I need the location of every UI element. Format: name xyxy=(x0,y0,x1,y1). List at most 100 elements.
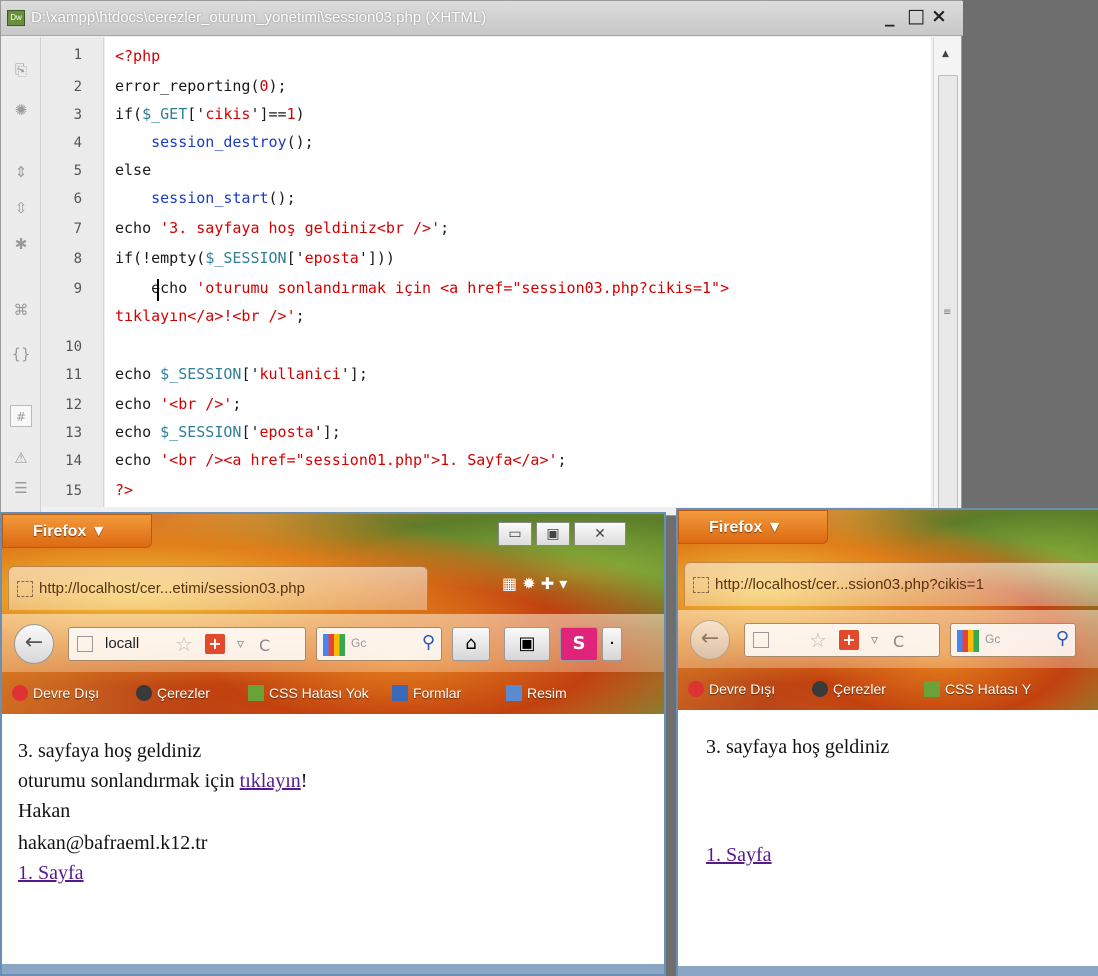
tab-session03-cikis[interactable]: http://localhost/cer...ssion03.php?cikis… xyxy=(684,562,1098,606)
firefox-window-left: Firefox ▼ ▭ ▣ ✕ http://localhost/cer...e… xyxy=(0,512,666,976)
cookies-user-icon xyxy=(136,685,152,701)
tab-title: http://localhost/cer...ssion03.php?cikis… xyxy=(715,576,984,593)
page1-link[interactable]: 1. Sayfa xyxy=(706,844,772,866)
web-developer-forms-menu[interactable]: Formlar xyxy=(392,685,461,701)
editor-vertical-scrollbar[interactable]: ▲ ≡ xyxy=(933,37,961,535)
web-developer-css-menu[interactable]: CSS Hatası Y xyxy=(924,681,1031,697)
line-number: 10 xyxy=(65,339,82,355)
images-icon xyxy=(506,685,522,701)
close-button[interactable]: ✕ xyxy=(574,522,626,546)
line-number: 12 xyxy=(65,397,82,413)
open-documents-icon[interactable]: ⎘ xyxy=(10,59,32,81)
firefox-menu-button[interactable]: Firefox ▼ xyxy=(678,510,828,544)
disable-icon xyxy=(688,681,704,697)
select-parent-tag-icon[interactable]: ⌘ xyxy=(10,299,32,321)
bookmark-star-icon[interactable]: ☆ xyxy=(809,628,827,652)
line-number: 2 xyxy=(73,79,82,95)
url-bar[interactable]: locall ☆ + ▿ C xyxy=(68,627,306,661)
minimize-button[interactable]: _ xyxy=(885,5,895,27)
code-line: session_start(); xyxy=(151,189,296,207)
css-wand-icon xyxy=(924,681,940,697)
highlight-invalid-code-icon[interactable]: ⚠ xyxy=(10,447,32,469)
addon-plus-icon[interactable]: + xyxy=(839,630,859,650)
search-icon[interactable]: ⚲ xyxy=(422,632,435,653)
reload-icon[interactable]: C xyxy=(893,632,904,651)
logout-link[interactable]: tıklayın xyxy=(240,770,301,792)
coding-toolbar: ⎘ ✺ ⇕ ⇳ ✱ ⌘ {} # ⚠ ☰ xyxy=(1,37,41,517)
bookmarks-button[interactable]: ▣ xyxy=(504,627,550,661)
web-developer-disable-menu[interactable]: Devre Dışı xyxy=(688,681,775,697)
line-number: 1 xyxy=(73,47,82,63)
dropdown-arrow-icon[interactable]: ▿ xyxy=(237,636,244,652)
editor-title-bar: Dw D:\xampp\htdocs\cerezler_oturum_yonet… xyxy=(1,1,963,36)
disable-icon xyxy=(12,685,28,701)
show-code-navigator-icon[interactable]: ✺ xyxy=(10,99,32,121)
search-icon[interactable]: ⚲ xyxy=(1056,628,1069,649)
line-number: 9 xyxy=(73,281,82,297)
close-button[interactable]: × xyxy=(931,5,947,27)
page-content: 3. sayfaya hoş geldiniz oturumu sonlandı… xyxy=(2,714,664,974)
logout-line: oturumu sonlandırmak için tıklayın! xyxy=(18,770,308,792)
firefox-window-right: Firefox ▼ http://localhost/cer...ssion03… xyxy=(676,508,1098,976)
addon-s-button[interactable]: S xyxy=(560,627,598,661)
code-line: echo $_SESSION['kullanici']; xyxy=(115,365,368,383)
search-box[interactable]: Gc ⚲ xyxy=(316,627,442,661)
web-developer-cookies-menu[interactable]: Çerezler xyxy=(136,685,210,701)
line-number: 7 xyxy=(73,221,82,237)
line-number: 13 xyxy=(65,425,82,441)
email-text: hakan@bafraeml.k12.tr xyxy=(18,832,208,854)
dropdown-arrow-icon[interactable]: ▿ xyxy=(871,632,878,648)
back-button[interactable]: ← xyxy=(690,620,730,660)
home-button[interactable]: ⌂ xyxy=(452,627,490,661)
web-developer-cookies-menu[interactable]: Çerezler xyxy=(812,681,886,697)
firefox-menu-button[interactable]: Firefox ▼ xyxy=(2,514,152,548)
code-line-wrapped: tıklayın</a>!<br />'; xyxy=(115,307,305,325)
google-search-engine-icon[interactable] xyxy=(323,634,345,656)
minimize-button[interactable]: ▭ xyxy=(498,522,532,546)
web-developer-images-menu[interactable]: Resim xyxy=(506,685,567,701)
tab-session03[interactable]: http://localhost/cer...etimi/session03.p… xyxy=(8,566,428,610)
line-number: 11 xyxy=(65,367,82,383)
cookies-user-icon xyxy=(812,681,828,697)
site-identity-icon xyxy=(77,636,93,652)
url-bar[interactable]: ☆ + ▿ C xyxy=(744,623,940,657)
url-text: locall xyxy=(105,635,140,652)
reload-icon[interactable]: C xyxy=(259,636,270,655)
toolbar-overflow-button[interactable]: · xyxy=(602,627,622,661)
code-line: echo '3. sayfaya hoş geldiniz<br />'; xyxy=(115,219,450,237)
line-number: 14 xyxy=(65,453,82,469)
collapse-selection-icon[interactable]: ⇳ xyxy=(10,197,32,219)
collapse-full-tag-icon[interactable]: ⇕ xyxy=(10,161,32,183)
balance-braces-icon[interactable]: {} xyxy=(10,343,32,365)
apply-comment-icon[interactable]: ☰ xyxy=(10,477,32,499)
back-button[interactable]: ← xyxy=(14,624,54,664)
web-developer-disable-menu[interactable]: Devre Dışı xyxy=(12,685,99,701)
code-area[interactable]: <?php error_reporting(0); if($_GET['ciki… xyxy=(105,37,931,507)
code-line: session_destroy(); xyxy=(151,133,314,151)
site-identity-icon xyxy=(753,632,769,648)
welcome-text: 3. sayfaya hoş geldiniz xyxy=(18,740,202,762)
google-search-engine-icon[interactable] xyxy=(957,630,979,652)
expand-all-icon[interactable]: ✱ xyxy=(10,233,32,255)
line-numbers-icon[interactable]: # xyxy=(10,405,32,427)
scroll-up-arrow-icon[interactable]: ▲ xyxy=(942,49,949,59)
code-line: if(!empty($_SESSION['eposta'])) xyxy=(115,249,395,267)
css-wand-icon xyxy=(248,685,264,701)
search-box[interactable]: Gc ⚲ xyxy=(950,623,1076,657)
line-number: 4 xyxy=(73,135,82,151)
code-line: echo $_SESSION['eposta']; xyxy=(115,423,341,441)
line-number: 3 xyxy=(73,107,82,123)
bookmarks-toolbar: Devre Dışı Çerezler CSS Hatası Yok Forml… xyxy=(2,674,664,714)
code-line: error_reporting(0); xyxy=(115,77,287,95)
tab-extension-icons[interactable]: ▦ ✹ ✚ ▾ xyxy=(502,574,567,593)
search-placeholder: Gc xyxy=(351,636,367,650)
code-line: echo '<br /><a href="session01.php">1. S… xyxy=(115,451,567,469)
maximize-button[interactable]: ▣ xyxy=(536,522,570,546)
scrollbar-thumb[interactable] xyxy=(938,75,958,535)
addon-plus-icon[interactable]: + xyxy=(205,634,225,654)
web-developer-css-menu[interactable]: CSS Hatası Yok xyxy=(248,685,369,701)
bookmark-star-icon[interactable]: ☆ xyxy=(175,632,193,656)
page1-link[interactable]: 1. Sayfa xyxy=(18,862,84,884)
maximize-button[interactable]: □ xyxy=(907,5,925,27)
welcome-text: 3. sayfaya hoş geldiniz xyxy=(706,736,890,758)
